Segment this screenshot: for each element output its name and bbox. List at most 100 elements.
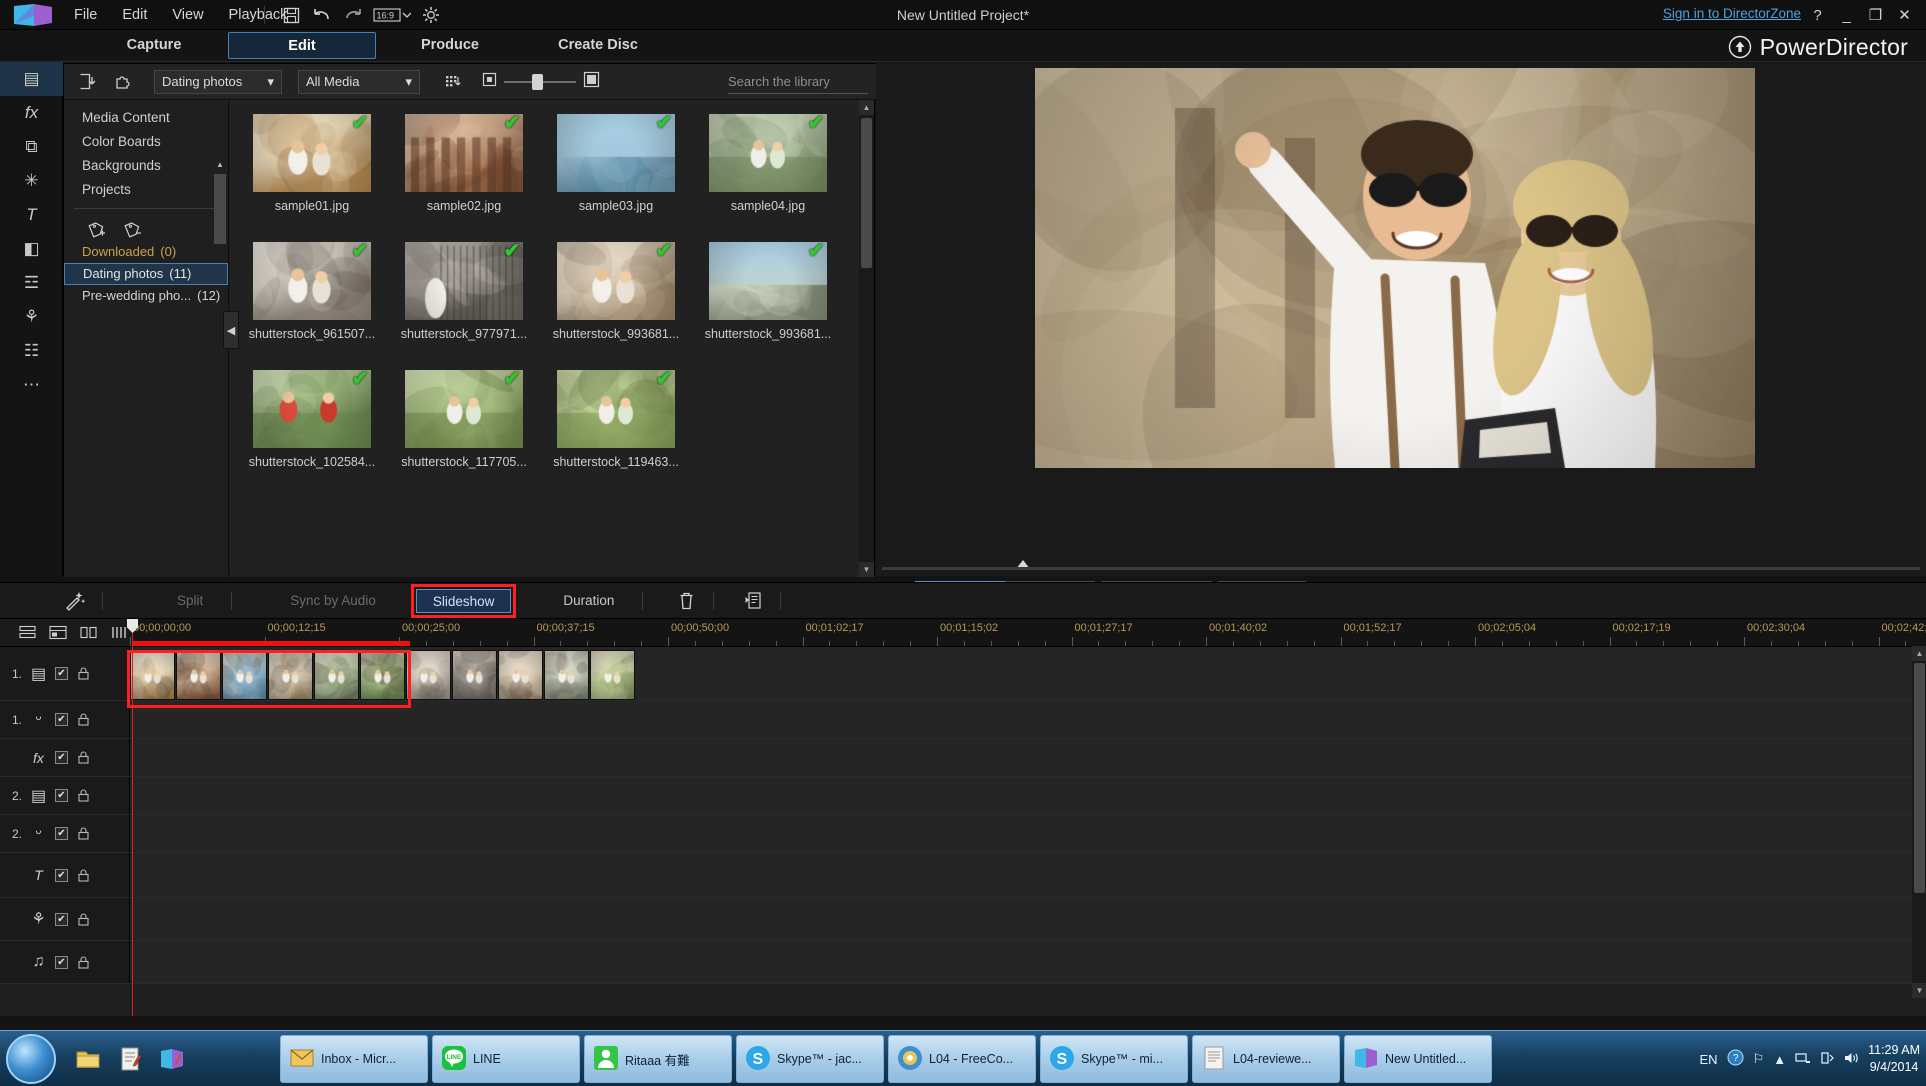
track-manager-icon[interactable] xyxy=(14,622,40,643)
undo-icon[interactable] xyxy=(309,3,335,27)
track-visibility-checkbox[interactable]: ✔ xyxy=(55,827,68,840)
restore-button[interactable]: ❐ xyxy=(1862,2,1889,28)
library-search[interactable] xyxy=(728,70,919,94)
media-item[interactable]: ✔ sample01.jpg xyxy=(242,114,382,213)
timeline-vertical-scrollbar[interactable]: ▲ ▼ xyxy=(1912,646,1926,998)
media-item[interactable]: ✔ shutterstock_993681... xyxy=(546,242,686,341)
timeline-clip[interactable] xyxy=(406,650,451,700)
start-orb-icon[interactable] xyxy=(6,1034,56,1084)
timeline-clip[interactable] xyxy=(452,650,497,700)
scroll-up-icon[interactable]: ▲ xyxy=(859,100,874,115)
track-lock-icon[interactable] xyxy=(76,712,91,727)
clip-designer-icon[interactable] xyxy=(738,588,768,614)
taskbar-button[interactable]: New Untitled... xyxy=(1344,1035,1492,1083)
menu-file[interactable]: File xyxy=(63,2,108,28)
media-item[interactable]: ✔ shutterstock_117705... xyxy=(394,370,534,469)
track-lane[interactable] xyxy=(130,739,1926,776)
scroll-thumb[interactable] xyxy=(1914,663,1925,893)
media-item[interactable]: ✔ shutterstock_102584... xyxy=(242,370,382,469)
timeline-clip[interactable] xyxy=(130,650,175,700)
track-lane[interactable] xyxy=(130,777,1926,814)
split-button[interactable]: Split xyxy=(161,589,219,613)
library-select-dropdown[interactable]: Dating photos ▾ xyxy=(154,69,282,94)
media-item[interactable]: ✔ sample02.jpg xyxy=(394,114,534,213)
timeline-clip[interactable] xyxy=(314,650,359,700)
timeline-clip[interactable] xyxy=(544,650,589,700)
taskbar-button[interactable]: S Skype™ - mi... xyxy=(1040,1035,1188,1083)
show-hidden-icons-icon[interactable]: ▲ xyxy=(1773,1052,1786,1067)
video-track-icon[interactable]: ▤ xyxy=(30,665,47,683)
pip-objects-room-icon[interactable]: ⧉ xyxy=(0,130,63,164)
track-lane[interactable] xyxy=(130,941,1926,983)
track-lane[interactable] xyxy=(130,898,1926,940)
redo-icon[interactable] xyxy=(340,3,366,27)
subtitle-room-icon[interactable]: ⋯ xyxy=(0,368,63,402)
media-item[interactable]: ✔ shutterstock_977971... xyxy=(394,242,534,341)
scroll-up-icon[interactable]: ▲ xyxy=(1912,646,1926,661)
large-thumbnail-icon[interactable] xyxy=(583,71,600,93)
media-thumbnail[interactable]: ✔ xyxy=(253,114,371,192)
effect-room-icon[interactable]: fx xyxy=(0,96,63,130)
audio-track-icon[interactable]: ᵕ xyxy=(30,825,47,842)
tray-language-indicator[interactable]: EN xyxy=(1700,1052,1718,1067)
tab-produce[interactable]: Produce xyxy=(376,32,524,59)
collapse-tree-button[interactable]: ◀ xyxy=(223,311,239,349)
small-thumbnail-icon[interactable] xyxy=(482,72,497,92)
timeline-clip[interactable] xyxy=(498,650,543,700)
particle-room-icon[interactable]: ✳ xyxy=(0,164,63,198)
media-thumbnail[interactable]: ✔ xyxy=(557,242,675,320)
track-visibility-checkbox[interactable]: ✔ xyxy=(55,912,68,926)
track-lane[interactable] xyxy=(130,815,1926,852)
media-thumbnail[interactable]: ✔ xyxy=(557,114,675,192)
track-lock-icon[interactable] xyxy=(76,912,91,927)
media-filter-dropdown[interactable]: All Media ▾ xyxy=(298,69,420,94)
tree-node-media-content[interactable]: Media Content xyxy=(64,106,228,130)
minimize-button[interactable]: _ xyxy=(1833,2,1860,28)
slideshow-button[interactable]: Slideshow xyxy=(415,588,512,613)
taskbar-button[interactable]: S Skype™ - jac... xyxy=(736,1035,884,1083)
timeline-clip[interactable] xyxy=(176,650,221,700)
track-lane[interactable] xyxy=(130,647,1926,700)
aspect-ratio-16-9-icon[interactable]: 16:9 xyxy=(371,3,413,27)
preview-scrubber[interactable] xyxy=(882,567,1920,570)
track-lane[interactable] xyxy=(130,701,1926,738)
track-visibility-checkbox[interactable]: ✔ xyxy=(55,955,68,969)
help-button[interactable]: ? xyxy=(1804,2,1831,28)
menu-view[interactable]: View xyxy=(161,2,214,28)
tree-node-backgrounds[interactable]: Backgrounds xyxy=(64,154,228,178)
media-thumbnail[interactable]: ✔ xyxy=(709,242,827,320)
taskbar-button[interactable]: L04-reviewe... xyxy=(1192,1035,1340,1083)
volume-icon[interactable] xyxy=(1843,1051,1859,1068)
track-lock-icon[interactable] xyxy=(76,788,91,803)
track-visibility-checkbox[interactable]: ✔ xyxy=(55,713,68,726)
voice-over-room-icon[interactable]: ⚘ xyxy=(0,300,63,334)
media-item[interactable]: ✔ shutterstock_993681... xyxy=(698,242,838,341)
track-visibility-checkbox[interactable]: ✔ xyxy=(55,868,68,882)
library-scrollbar[interactable]: ▲ ▼ xyxy=(859,100,874,577)
voice-track-icon[interactable]: ⚘ xyxy=(30,911,47,928)
action-center-icon[interactable] xyxy=(1820,1051,1834,1068)
storyboard-view-icon[interactable] xyxy=(76,622,102,643)
slider-thumb[interactable] xyxy=(532,73,543,90)
thumbnail-size-slider[interactable] xyxy=(482,71,600,93)
tree-node-color-boards[interactable]: Color Boards xyxy=(64,130,228,154)
title-room-icon[interactable]: T xyxy=(0,198,63,232)
help-blue-icon[interactable]: ? xyxy=(1727,1049,1744,1069)
taskbar-button[interactable]: L04 - FreeCo... xyxy=(888,1035,1036,1083)
tab-edit[interactable]: Edit xyxy=(228,32,376,59)
chapter-room-icon[interactable]: ☷ xyxy=(0,334,63,368)
notepad-icon[interactable] xyxy=(112,1036,148,1082)
transition-room-icon[interactable]: ◧ xyxy=(0,232,63,266)
title-track-icon[interactable]: T xyxy=(30,867,47,884)
media-thumbnail[interactable]: ✔ xyxy=(405,114,523,192)
duration-button[interactable]: Duration xyxy=(547,589,630,613)
track-visibility-checkbox[interactable]: ✔ xyxy=(55,751,68,764)
media-item[interactable]: ✔ shutterstock_961507... xyxy=(242,242,382,341)
network-icon[interactable] xyxy=(1795,1051,1811,1068)
taskbar-button[interactable]: Inbox - Micr... xyxy=(280,1035,428,1083)
tree-scroll-up-icon[interactable]: ▲ xyxy=(214,160,226,172)
slider-track[interactable] xyxy=(504,73,576,90)
trash-delete-icon[interactable] xyxy=(671,588,701,614)
media-thumbnail[interactable]: ✔ xyxy=(253,242,371,320)
audio-track-icon[interactable]: ᵕ xyxy=(30,711,47,728)
